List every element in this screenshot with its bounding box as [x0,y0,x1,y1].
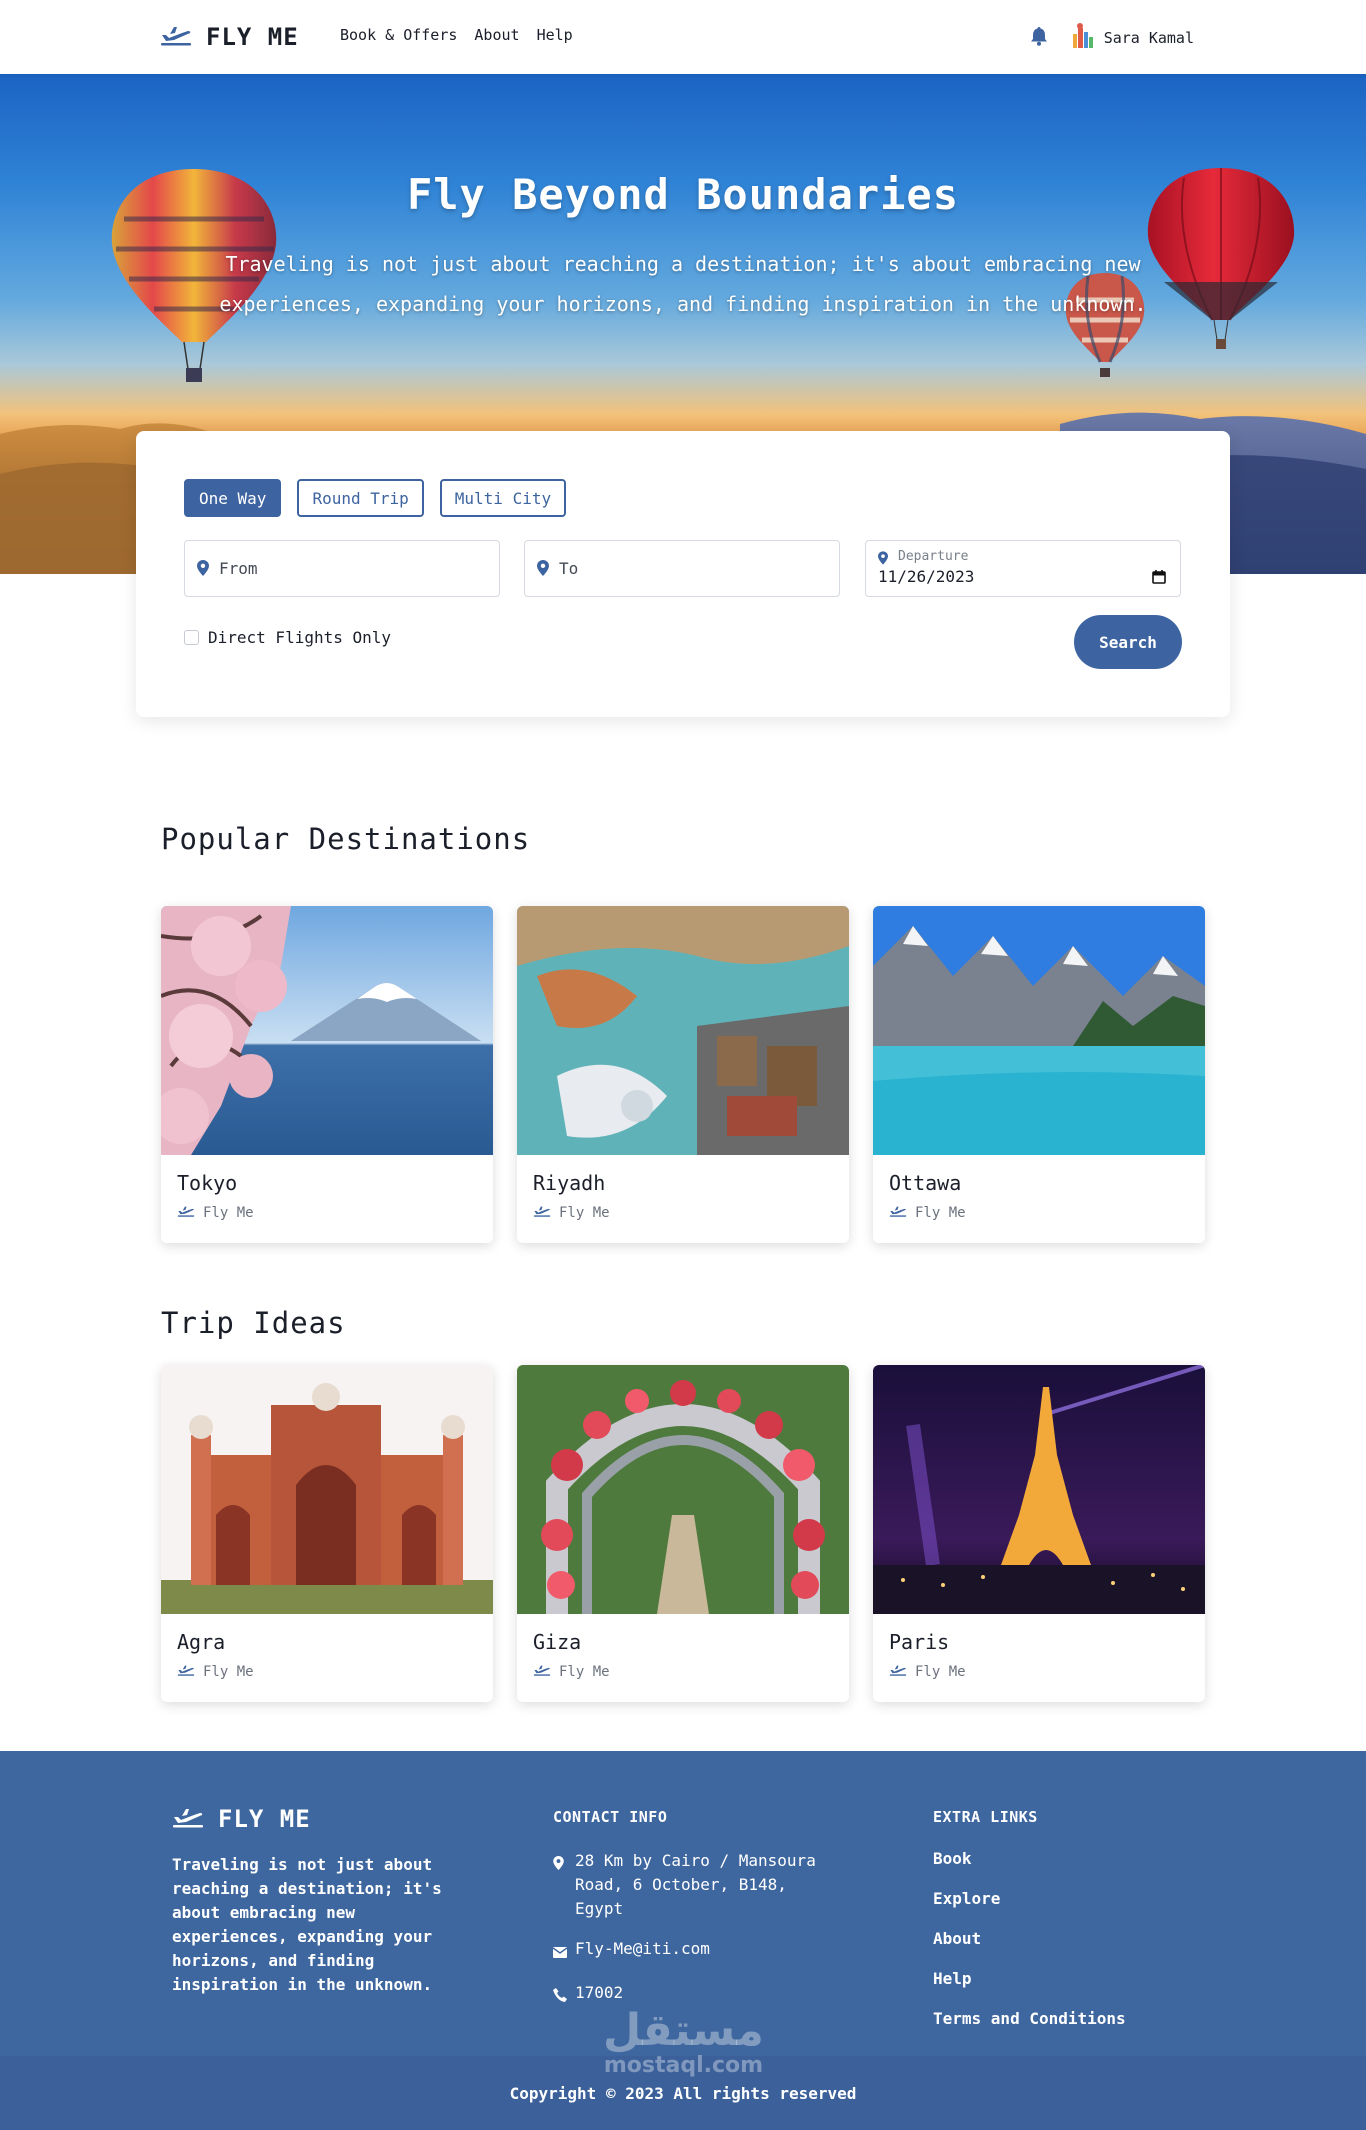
destination-card-riyadh[interactable]: Riyadh Fly Me [517,906,849,1243]
destination-name: Ottawa [889,1171,962,1195]
contact-email[interactable]: Fly-Me@iti.com [552,1937,843,1965]
tab-round-trip[interactable]: Round Trip [297,479,424,517]
destination-name: Tokyo [177,1171,238,1195]
riyadh-image [517,906,849,1155]
popular-destinations-list: Tokyo Fly Me Riyadh Fly Me Ottawa Fly Me [161,906,1205,1243]
trip-name: Paris [889,1630,950,1654]
trip-ideas-list: Agra Fly Me Giza Fly Me Paris Fly Me [161,1365,1205,1702]
card-brand-label: Fly Me [559,1205,610,1221]
watermark-logo: مستقل mostaql.com [603,2007,764,2077]
plane-icon [177,1664,195,1680]
calendar-icon[interactable] [1152,569,1166,588]
extra-links-heading: EXTRA LINKS [933,1808,1038,1826]
plane-icon [533,1664,551,1680]
card-brand: Fly Me [161,1195,493,1221]
card-brand: Fly Me [517,1195,849,1221]
plane-icon [889,1205,907,1221]
card-brand-label: Fly Me [915,1205,966,1221]
card-brand: Fly Me [517,1654,849,1680]
from-field[interactable] [184,540,500,597]
nav-user-area: Sara Kamal [1030,22,1194,54]
agra-image [161,1365,493,1614]
footer-link-about[interactable]: About [933,1929,1126,1969]
trip-card-giza[interactable]: Giza Fly Me [517,1365,849,1702]
contact-address: 28 Km by Cairo / Mansoura Road, 6 Octobe… [553,1849,843,1921]
envelope-icon [552,1937,568,1965]
search-button[interactable]: Search [1074,615,1182,669]
departure-date-value[interactable]: 11/26/2023 [878,567,974,586]
from-input[interactable] [219,559,469,578]
trip-card-agra[interactable]: Agra Fly Me [161,1365,493,1702]
hero-title: Fly Beyond Boundaries [406,170,959,219]
direct-flights-checkbox[interactable] [184,630,199,645]
phone-icon [553,1981,567,2009]
ottawa-image [873,906,1205,1155]
footer-link-terms[interactable]: Terms and Conditions [933,2009,1126,2049]
tab-one-way[interactable]: One Way [184,479,282,517]
card-brand-label: Fly Me [203,1205,254,1221]
to-input[interactable] [559,559,809,578]
footer-link-explore[interactable]: Explore [933,1889,1126,1929]
hero-subtitle: Traveling is not just about reaching a d… [219,252,1147,316]
nav-link-about[interactable]: About [474,26,519,44]
plane-icon [172,1806,204,1832]
trip-ideas-title: Trip Ideas [161,1306,346,1340]
card-brand: Fly Me [873,1654,1205,1680]
to-field[interactable] [524,540,840,597]
user-name: Sara Kamal [1103,29,1194,47]
brand-logo[interactable]: FLY ME [160,20,299,54]
map-pin-icon [553,1849,567,1921]
giza-image [517,1365,849,1614]
email-text: Fly-Me@iti.com [575,1939,710,1958]
trip-name: Giza [533,1630,582,1654]
tab-multi-city[interactable]: Multi City [439,479,567,517]
copyright-text: Copyright © 2023 All rights reserved [509,2084,857,2103]
tokyo-image [161,906,493,1155]
plane-icon [889,1664,907,1680]
extra-links: Book Explore About Help Terms and Condit… [933,1849,1126,2049]
plane-icon [160,24,192,50]
nav-link-book-offers[interactable]: Book & Offers [340,26,457,44]
contact-info-heading: CONTACT INFO [553,1808,668,1826]
top-navbar: FLY ME Book & Offers About Help Sara Kam… [0,0,1366,74]
contact-info: 28 Km by Cairo / Mansoura Road, 6 Octobe… [552,1849,843,2025]
card-brand-label: Fly Me [559,1664,610,1680]
map-pin-icon [537,560,549,580]
watermark-latin: mostaql.com [603,2053,764,2078]
card-brand-label: Fly Me [915,1664,966,1680]
main-nav: Book & Offers About Help [340,26,573,44]
avatar [1070,22,1096,54]
popular-destinations-title: Popular Destinations [161,822,531,856]
footer-about-text: Traveling is not just about reaching a d… [172,1855,442,1994]
trip-card-paris[interactable]: Paris Fly Me [873,1365,1205,1702]
direct-flights-option[interactable]: Direct Flights Only [184,628,391,647]
footer-link-book[interactable]: Book [933,1849,1126,1889]
departure-label: Departure [898,549,969,564]
plane-icon [177,1205,195,1221]
nav-link-help[interactable]: Help [537,26,573,44]
footer-brand-name: FLY ME [218,1805,311,1833]
watermark-arabic: مستقل [603,2005,764,2056]
flight-search-form: One Way Round Trip Multi City Departure … [136,431,1230,717]
trip-name: Agra [177,1630,226,1654]
plane-icon [533,1205,551,1221]
map-pin-icon [197,560,209,580]
card-brand-label: Fly Me [203,1664,254,1680]
paris-image [873,1365,1205,1614]
departure-field[interactable]: Departure 11/26/2023 [865,540,1181,597]
destination-card-ottawa[interactable]: Ottawa Fly Me [873,906,1205,1243]
card-brand: Fly Me [873,1195,1205,1221]
footer-brand[interactable]: FLY ME [172,1805,311,1833]
footer-link-help[interactable]: Help [933,1969,1126,2009]
destination-card-tokyo[interactable]: Tokyo Fly Me [161,906,493,1243]
user-menu[interactable]: Sara Kamal [1070,22,1194,54]
bell-icon[interactable] [1030,26,1048,50]
destination-name: Riyadh [533,1171,606,1195]
direct-flights-label: Direct Flights Only [208,628,392,647]
brand-name: FLY ME [206,23,299,51]
card-brand: Fly Me [161,1654,493,1680]
address-text: 28 Km by Cairo / Mansoura Road, 6 Octobe… [575,1851,816,1918]
trip-type-tabs: One Way Round Trip Multi City [184,479,567,517]
